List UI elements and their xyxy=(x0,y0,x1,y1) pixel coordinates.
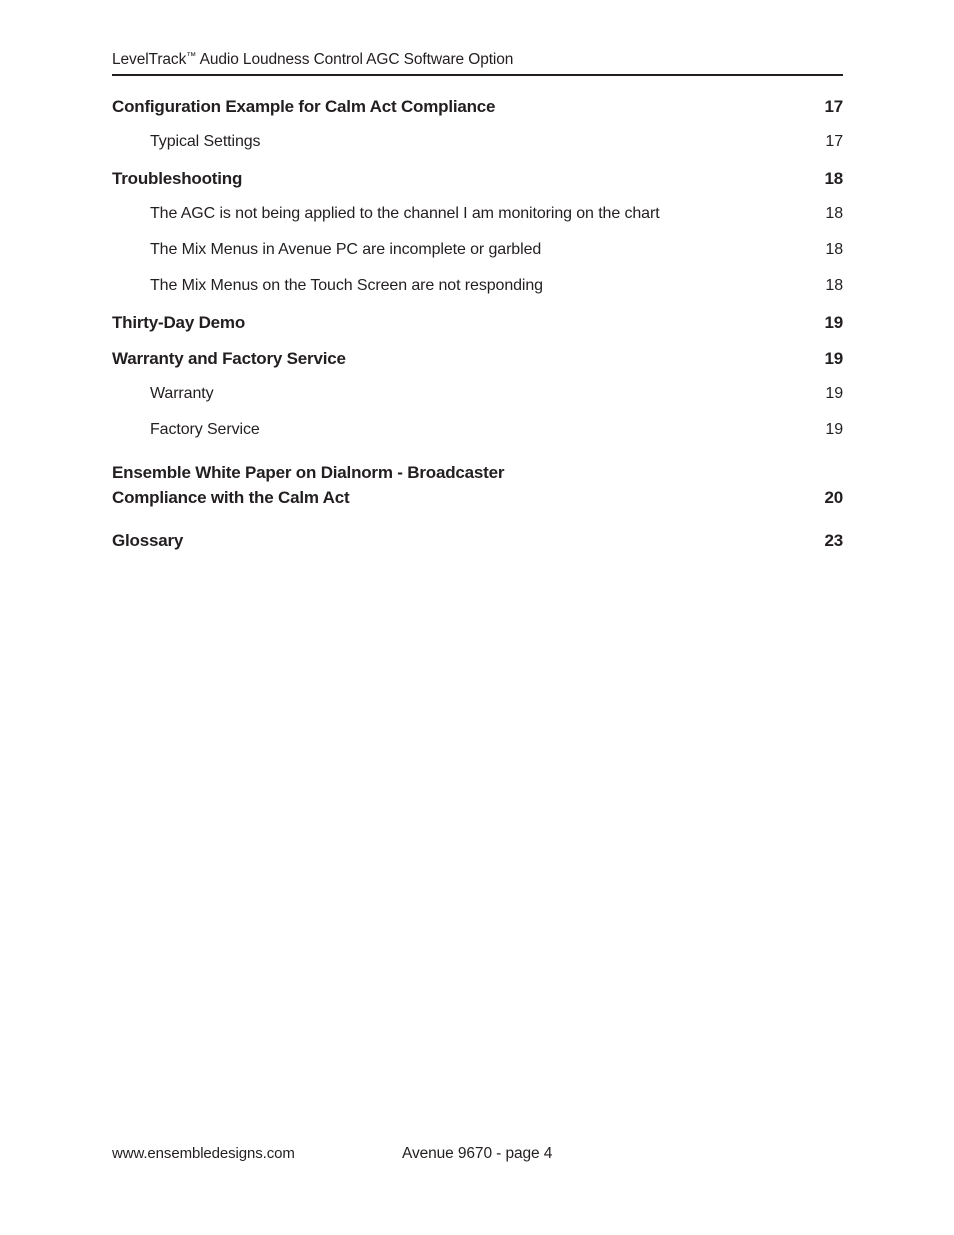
toc-entry[interactable]: Typical Settings 17 xyxy=(112,130,843,154)
toc-entry-title[interactable]: Warranty and Factory Service xyxy=(112,346,346,371)
toc-entry[interactable]: Factory Service 19 xyxy=(112,418,843,442)
toc-entry[interactable]: The Mix Menus on the Touch Screen are no… xyxy=(112,274,843,298)
toc-entry-page-number: 17 xyxy=(824,97,843,116)
trademark-symbol: ™ xyxy=(186,51,197,62)
toc-entry-page-number: 19 xyxy=(824,349,843,368)
toc-entry-page-number: 18 xyxy=(825,205,843,222)
toc-entry-page-number: 18 xyxy=(825,277,843,294)
toc-entry-title[interactable]: Warranty xyxy=(150,382,214,406)
toc-entry-title[interactable]: Glossary xyxy=(112,528,183,553)
toc-entry[interactable]: Warranty 19 xyxy=(112,382,843,406)
toc-entry-page-number: 17 xyxy=(825,133,843,150)
toc-entry-page-number: 19 xyxy=(825,385,843,402)
document-page: LevelTrack™ Audio Loudness Control AGC S… xyxy=(0,0,954,1235)
toc-entry-page-number: 23 xyxy=(824,531,843,550)
toc-entry-title[interactable]: The AGC is not being applied to the chan… xyxy=(150,202,660,226)
running-header-title: LevelTrack™ Audio Loudness Control AGC S… xyxy=(112,47,843,70)
toc-entry[interactable]: Glossary 23 xyxy=(112,528,843,553)
running-header: LevelTrack™ Audio Loudness Control AGC S… xyxy=(112,47,843,70)
toc-entry[interactable]: Configuration Example for Calm Act Compl… xyxy=(112,94,843,119)
toc-entry[interactable]: Thirty-Day Demo 19 xyxy=(112,310,843,335)
toc-entry-page-number: 19 xyxy=(825,421,843,438)
toc-entry[interactable]: Ensemble White Paper on Dialnorm - Broad… xyxy=(112,460,843,510)
toc-entry-title[interactable]: Ensemble White Paper on Dialnorm - Broad… xyxy=(112,460,504,510)
toc-entry[interactable]: The AGC is not being applied to the chan… xyxy=(112,202,843,226)
footer-page-label: Avenue 9670 - page 4 xyxy=(402,1145,553,1162)
toc-entry-page-number: 19 xyxy=(824,313,843,332)
running-header-title-main: LevelTrack xyxy=(112,51,187,68)
toc-entry-title[interactable]: Configuration Example for Calm Act Compl… xyxy=(112,94,496,119)
toc-entry[interactable]: Warranty and Factory Service 19 xyxy=(112,346,843,371)
toc-entry-title[interactable]: Thirty-Day Demo xyxy=(112,310,245,335)
toc-entry-title[interactable]: Typical Settings xyxy=(150,130,261,154)
toc-entry[interactable]: Troubleshooting 18 xyxy=(112,166,843,191)
toc-entry-title[interactable]: Troubleshooting xyxy=(112,166,242,191)
toc-entry-page-number: 20 xyxy=(824,488,843,507)
running-header-title-rest: Audio Loudness Control AGC Software Opti… xyxy=(196,51,514,68)
toc-entry-page-number: 18 xyxy=(825,241,843,258)
toc-entry[interactable]: The Mix Menus in Avenue PC are incomplet… xyxy=(112,238,843,262)
toc-entry-title[interactable]: The Mix Menus in Avenue PC are incomplet… xyxy=(150,238,541,262)
header-divider-rule xyxy=(112,74,843,76)
footer-website[interactable]: www.ensembledesigns.com xyxy=(112,1143,295,1165)
toc-entry-title[interactable]: Factory Service xyxy=(150,418,260,442)
toc-entry-page-number: 18 xyxy=(824,169,843,188)
toc-entry-title[interactable]: The Mix Menus on the Touch Screen are no… xyxy=(150,274,543,298)
page-footer: www.ensembledesigns.com Avenue 9670 - pa… xyxy=(112,1143,843,1165)
table-of-contents: Configuration Example for Calm Act Compl… xyxy=(112,94,843,564)
